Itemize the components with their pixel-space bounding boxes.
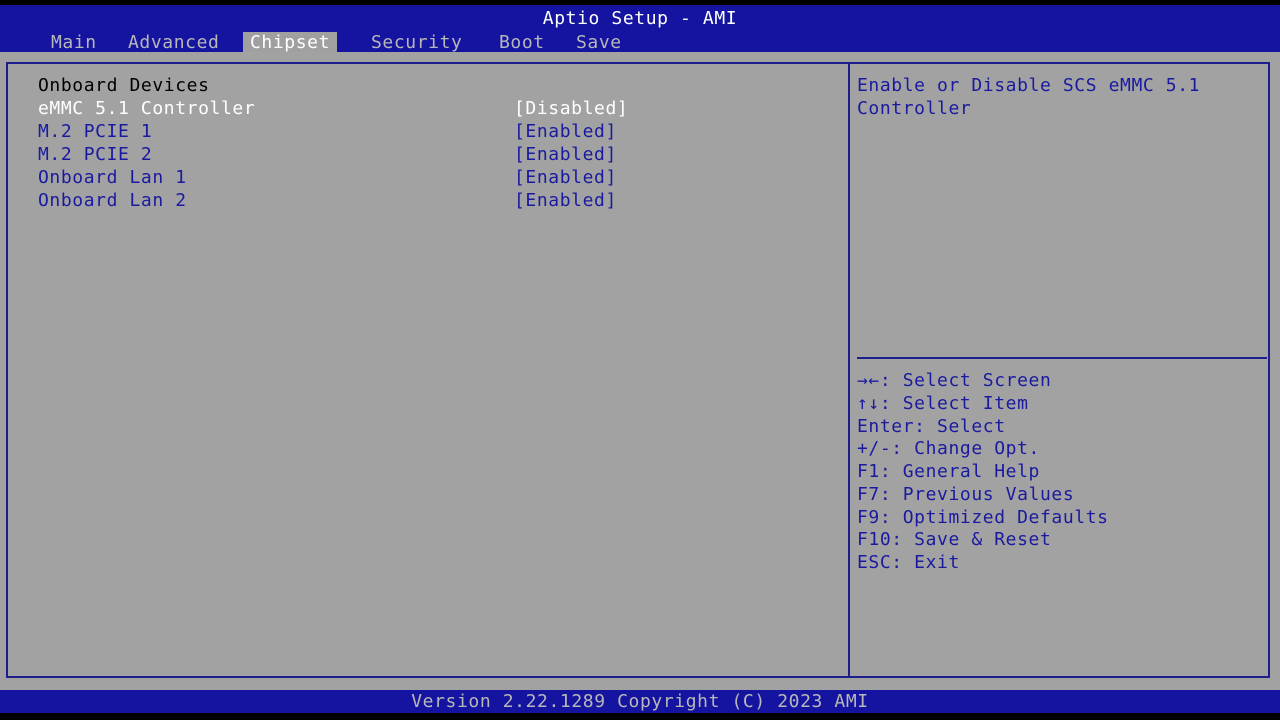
setting-m2-pcie-2[interactable]: M.2 PCIE 2 [Enabled] <box>38 143 648 166</box>
setting-label: Onboard Lan 2 <box>38 190 187 211</box>
setting-onboard-lan-2[interactable]: Onboard Lan 2 [Enabled] <box>38 189 648 212</box>
tab-chipset[interactable]: Chipset <box>243 32 338 54</box>
tab-boot[interactable]: Boot <box>492 32 552 54</box>
setting-emmc-controller[interactable]: eMMC 5.1 Controller [Disabled] <box>38 97 648 120</box>
section-title: Onboard Devices <box>38 75 210 96</box>
help-separator <box>857 357 1267 359</box>
key-select-screen: →←: Select Screen <box>857 370 1052 391</box>
key-exit: ESC: Exit <box>857 552 960 573</box>
setting-label: M.2 PCIE 1 <box>38 121 153 142</box>
version-text: Version 2.22.1289 Copyright (C) 2023 AMI <box>411 691 869 712</box>
setting-label: eMMC 5.1 Controller <box>38 98 256 119</box>
key-select-item: ↑↓: Select Item <box>857 392 1029 414</box>
help-line: Controller <box>857 98 972 119</box>
panel-divider <box>848 62 850 678</box>
content-area: Onboard Devices eMMC 5.1 Controller [Dis… <box>0 52 1280 690</box>
key-change-opt: +/-: Change Opt. <box>857 438 1040 460</box>
footer-bar: Version 2.22.1289 Copyright (C) 2023 AMI <box>0 690 1280 713</box>
header-bar: Aptio Setup - AMI Main Advanced Chipset … <box>0 5 1280 97</box>
setting-m2-pcie-1[interactable]: M.2 PCIE 1 [Enabled] <box>38 120 648 143</box>
help-description: Enable or Disable SCS eMMC 5.1 Controlle… <box>857 74 1257 120</box>
tab-save-exit[interactable]: Save & Exit <box>569 32 629 97</box>
setting-value[interactable]: [Enabled] <box>514 189 617 212</box>
window-title: Aptio Setup - AMI <box>542 8 738 29</box>
setting-value[interactable]: [Enabled] <box>514 166 617 189</box>
key-previous-values: F7: Previous Values <box>857 483 1075 505</box>
key-save-reset: F10: Save & Reset <box>857 529 1052 551</box>
setting-value[interactable]: [Enabled] <box>514 143 617 166</box>
key-legend: →←: Select Screen ↑↓: Select Item Enter:… <box>857 370 1109 575</box>
help-line: Enable or Disable SCS eMMC 5.1 <box>857 75 1201 96</box>
key-enter-select: Enter: Select <box>857 415 1006 437</box>
setting-label: M.2 PCIE 2 <box>38 144 153 165</box>
tab-advanced[interactable]: Advanced <box>121 32 227 54</box>
tab-security[interactable]: Security <box>364 32 470 54</box>
tab-main[interactable]: Main <box>44 32 104 54</box>
setting-onboard-lan-1[interactable]: Onboard Lan 1 [Enabled] <box>38 166 648 189</box>
setting-value[interactable]: [Enabled] <box>514 120 617 143</box>
key-optimized-defaults: F9: Optimized Defaults <box>857 506 1109 528</box>
setting-label: Onboard Lan 1 <box>38 167 187 188</box>
key-general-help: F1: General Help <box>857 461 1040 482</box>
setting-value[interactable]: [Disabled] <box>514 97 628 120</box>
